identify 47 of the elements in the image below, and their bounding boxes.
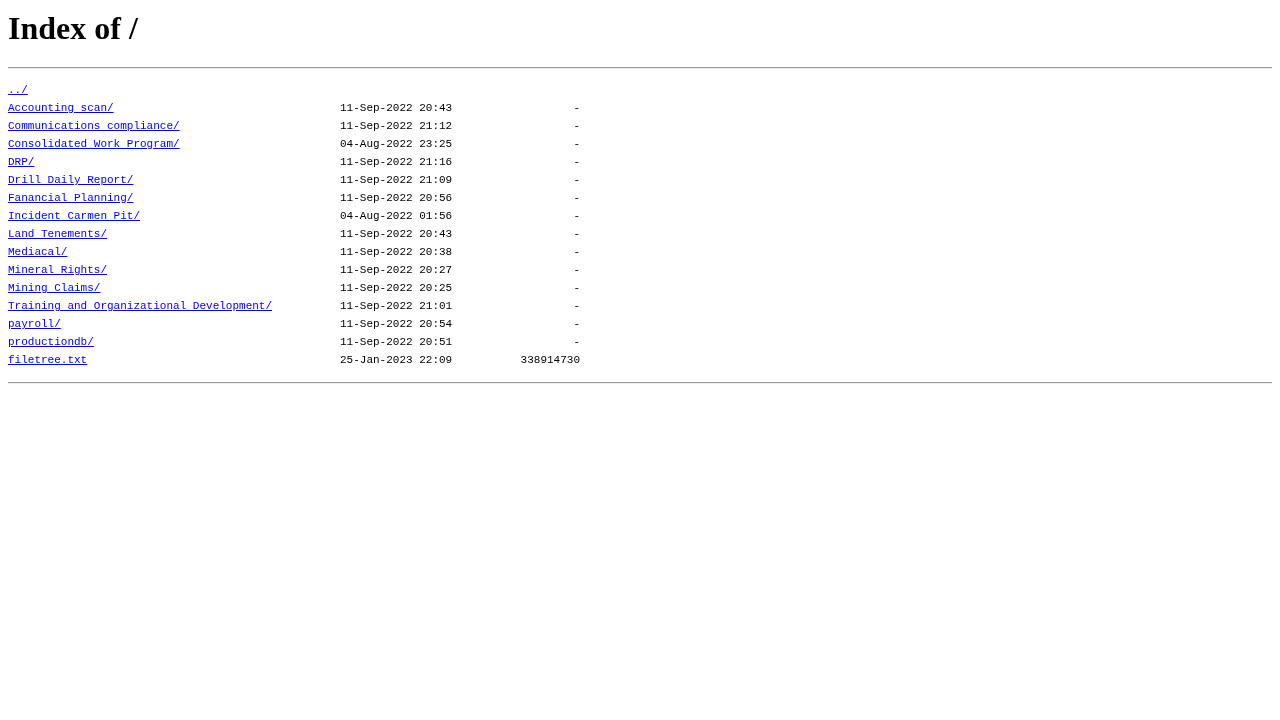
- modified-date: 11-Sep-2022 20:43: [340, 227, 453, 242]
- file-size: -: [573, 299, 580, 314]
- file-size: -: [573, 227, 580, 242]
- modified-date: 04-Aug-2022 23:25: [340, 137, 453, 152]
- file-link[interactable]: Communications compliance/: [8, 117, 180, 135]
- modified-date: 11-Sep-2022 21:09: [340, 173, 453, 188]
- file-link[interactable]: Training and Organizational Development/: [8, 297, 273, 315]
- file-link[interactable]: Incident Carmen Pit/: [8, 207, 141, 225]
- modified-date: 11-Sep-2022 20:56: [340, 191, 453, 206]
- modified-date: 11-Sep-2022 20:54: [340, 317, 453, 332]
- parent-directory-link[interactable]: ../: [8, 81, 28, 99]
- modified-date: 11-Sep-2022 21:01: [340, 299, 453, 314]
- file-link[interactable]: payroll/: [8, 315, 61, 333]
- file-size: -: [573, 335, 580, 350]
- file-link[interactable]: Accounting scan/: [8, 99, 114, 117]
- file-size: -: [573, 173, 580, 188]
- file-size: -: [573, 119, 580, 134]
- page-title: Index of /: [8, 10, 138, 47]
- file-size: -: [573, 209, 580, 224]
- file-size: -: [573, 191, 580, 206]
- modified-date: 11-Sep-2022 21:16: [340, 155, 453, 170]
- file-size: 338914730: [520, 353, 580, 368]
- modified-date: 04-Aug-2022 01:56: [340, 209, 453, 224]
- file-link[interactable]: Drill Daily Report/: [8, 171, 134, 189]
- file-link[interactable]: Consolidated Work Program/: [8, 135, 180, 153]
- file-link[interactable]: DRP/: [8, 153, 35, 171]
- modified-date: 25-Jan-2023 22:09: [340, 353, 453, 368]
- modified-date: 11-Sep-2022 20:38: [340, 245, 453, 260]
- file-link[interactable]: Fanancial Planning/: [8, 189, 134, 207]
- file-link[interactable]: Mining Claims/: [8, 279, 101, 297]
- file-size: -: [573, 245, 580, 260]
- modified-date: 11-Sep-2022 20:27: [340, 263, 453, 278]
- file-link[interactable]: filetree.txt: [8, 351, 88, 369]
- file-size: -: [573, 155, 580, 170]
- file-link[interactable]: Mineral Rights/: [8, 261, 108, 279]
- modified-date: 11-Sep-2022 21:12: [340, 119, 453, 134]
- file-size: -: [573, 101, 580, 116]
- file-size: -: [573, 281, 580, 296]
- file-size: -: [573, 137, 580, 152]
- modified-date: 11-Sep-2022 20:25: [340, 281, 453, 296]
- file-size: -: [573, 317, 580, 332]
- file-link[interactable]: Land Tenements/: [8, 225, 108, 243]
- file-link[interactable]: Mediacal/: [8, 243, 68, 261]
- modified-date: 11-Sep-2022 20:43: [340, 101, 453, 116]
- file-link[interactable]: productiondb/: [8, 333, 94, 351]
- modified-date: 11-Sep-2022 20:51: [340, 335, 453, 350]
- file-size: -: [573, 263, 580, 278]
